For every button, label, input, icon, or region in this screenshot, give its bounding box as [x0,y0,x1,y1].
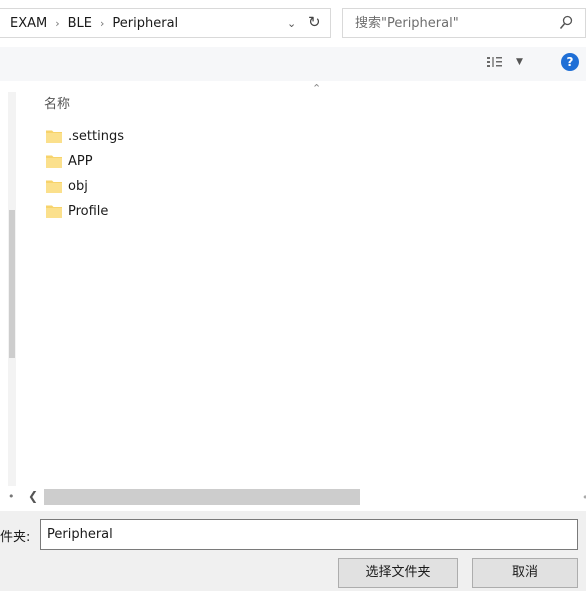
horizontal-scroll-thumb[interactable] [44,489,360,505]
folder-icon [46,155,62,168]
file-name: Profile [68,203,109,219]
list-item[interactable]: obj [46,175,88,197]
breadcrumb-separator: › [100,17,105,30]
nav-pane-scroll-thumb[interactable] [9,210,15,358]
breadcrumb-item-ble[interactable]: BLE [68,16,92,31]
breadcrumb-separator: › [55,17,60,30]
breadcrumb-item-exam[interactable]: EXAM [10,16,47,31]
file-name: obj [68,178,88,194]
breadcrumb: EXAM › BLE › Peripheral [10,16,178,32]
search-input[interactable] [355,14,545,32]
help-icon[interactable]: ? [561,53,579,71]
folder-icon [46,130,62,143]
scrollbar-end-marker: • [582,491,586,504]
breadcrumb-item-peripheral[interactable]: Peripheral [112,16,178,31]
folder-icon [46,205,62,218]
nav-pane-marker: • [8,490,15,503]
select-folder-button[interactable]: 选择文件夹 [338,558,458,588]
search-icon[interactable] [559,15,573,31]
search-box [342,8,586,38]
view-options-dropdown-icon[interactable]: ▼ [516,57,523,67]
file-name: APP [68,153,93,169]
details-view-icon[interactable] [486,55,508,71]
list-item[interactable]: Profile [46,200,108,222]
address-history-dropdown-icon[interactable]: ⌄ [287,16,296,32]
refresh-icon[interactable]: ↻ [308,13,321,31]
folder-field-label: 件夹: [0,530,31,545]
folder-name-field[interactable] [40,519,578,550]
list-item[interactable]: .settings [46,125,124,147]
folder-icon [46,180,62,193]
column-header-name[interactable]: 名称 [44,93,70,112]
scroll-left-arrow-icon[interactable]: ❮ [28,489,38,503]
sort-ascending-icon: ⌃ [312,82,322,95]
list-item[interactable]: APP [46,150,93,172]
file-name: .settings [68,128,124,144]
cancel-button[interactable]: 取消 [472,558,578,588]
